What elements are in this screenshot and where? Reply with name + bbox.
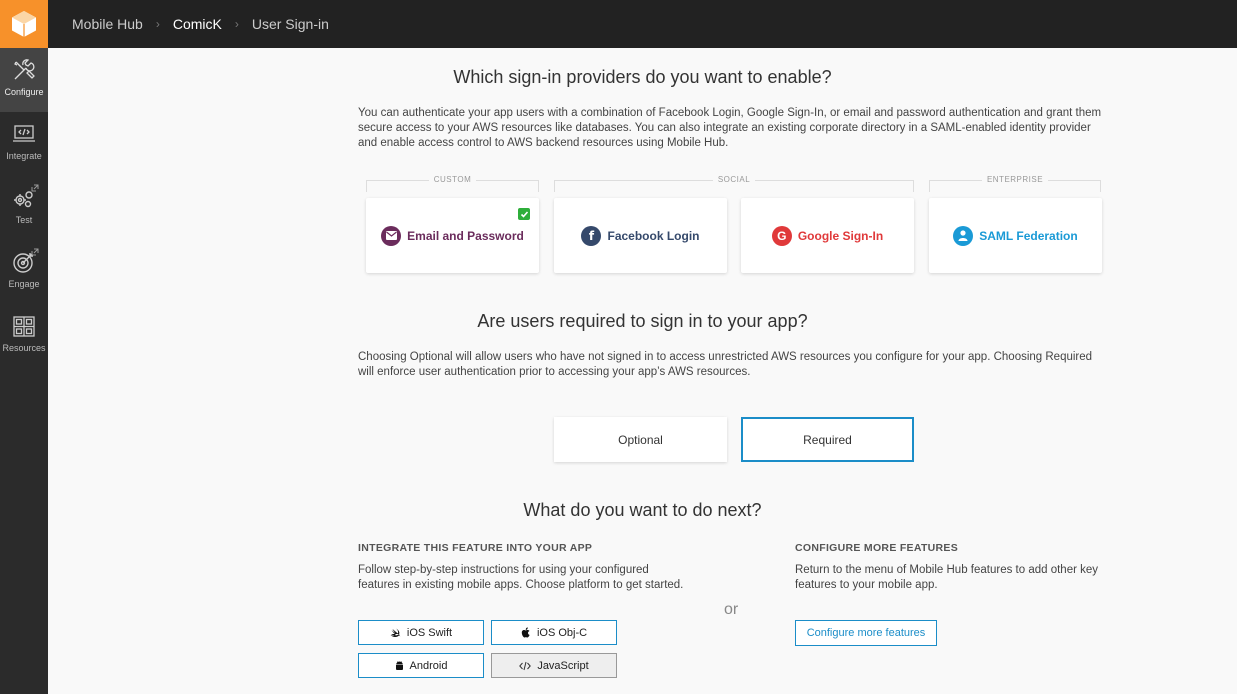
sidebar-item-integrate[interactable]: Integrate bbox=[0, 112, 48, 176]
integrate-heading: INTEGRATE THIS FEATURE INTO YOUR APP bbox=[358, 542, 593, 554]
group-label: SOCIAL bbox=[712, 175, 756, 184]
sidebar-item-test[interactable]: Test bbox=[0, 176, 48, 240]
android-button[interactable]: Android bbox=[358, 653, 484, 678]
provider-facebook[interactable]: f Facebook Login bbox=[554, 198, 727, 273]
configure-heading: CONFIGURE MORE FEATURES bbox=[795, 542, 959, 554]
integrate-text: Follow step-by-step instructions for usi… bbox=[358, 564, 684, 591]
sidebar: Configure Integrate Test Engage Resource… bbox=[0, 48, 48, 694]
group-custom: CUSTOM bbox=[366, 175, 539, 192]
ios-swift-button[interactable]: iOS Swift bbox=[358, 620, 484, 645]
option-optional[interactable]: Optional bbox=[554, 417, 727, 462]
providers-title: Which sign-in providers do you want to e… bbox=[453, 67, 832, 87]
providers-description: You can authenticate your app users with… bbox=[358, 107, 1102, 149]
apple-icon bbox=[521, 627, 530, 638]
envelope-icon bbox=[381, 225, 402, 246]
sidebar-label: Integrate bbox=[6, 151, 42, 161]
top-bar: Mobile Hub › ComicK › User Sign-in bbox=[0, 0, 1237, 48]
option-required[interactable]: Required bbox=[741, 417, 914, 462]
chevron-right-icon: › bbox=[155, 17, 160, 31]
sidebar-label: Configure bbox=[4, 87, 44, 97]
platform-label: JavaScript bbox=[537, 659, 589, 672]
required-description: Choosing Optional will allow users who h… bbox=[358, 351, 1093, 378]
platform-label: iOS Obj-C bbox=[536, 626, 588, 639]
platform-label: Android bbox=[409, 659, 448, 672]
breadcrumb: Mobile Hub › ComicK › User Sign-in bbox=[72, 0, 329, 48]
code-icon bbox=[519, 661, 532, 670]
javascript-button[interactable]: JavaScript bbox=[491, 653, 617, 678]
external-link-icon bbox=[31, 248, 39, 256]
android-icon bbox=[395, 660, 403, 670]
checkmark-icon bbox=[518, 208, 530, 220]
configure-more-features-button[interactable]: Configure more features bbox=[795, 620, 937, 646]
user-icon bbox=[953, 225, 974, 246]
breadcrumb-project[interactable]: ComicK bbox=[173, 16, 222, 32]
google-icon: G bbox=[771, 225, 792, 246]
group-label: CUSTOM bbox=[428, 175, 477, 184]
group-social: SOCIAL bbox=[554, 175, 914, 192]
group-label: ENTERPRISE bbox=[981, 175, 1049, 184]
platform-label: iOS Swift bbox=[406, 626, 453, 639]
breadcrumb-current: User Sign-in bbox=[251, 16, 329, 32]
code-laptop-icon bbox=[13, 125, 35, 142]
external-link-icon bbox=[31, 184, 39, 192]
group-enterprise: ENTERPRISE bbox=[929, 175, 1101, 192]
provider-saml[interactable]: SAML Federation bbox=[929, 198, 1102, 273]
main-content: Which sign-in providers do you want to e… bbox=[48, 48, 1237, 694]
breadcrumb-mobile-hub[interactable]: Mobile Hub bbox=[72, 16, 143, 32]
tools-icon bbox=[14, 59, 35, 80]
grid-icon bbox=[13, 316, 35, 337]
required-title: Are users required to sign in to your ap… bbox=[477, 311, 808, 331]
provider-label: Google Sign-In bbox=[797, 228, 884, 243]
ios-objc-button[interactable]: iOS Obj-C bbox=[491, 620, 617, 645]
next-title: What do you want to do next? bbox=[523, 500, 762, 520]
mobile-hub-logo-icon[interactable] bbox=[0, 0, 48, 48]
sidebar-label: Engage bbox=[8, 279, 40, 289]
sidebar-item-configure[interactable]: Configure bbox=[0, 48, 48, 112]
chevron-right-icon: › bbox=[234, 17, 239, 31]
provider-email-password[interactable]: Email and Password bbox=[366, 198, 539, 273]
provider-google[interactable]: G Google Sign-In bbox=[741, 198, 914, 273]
sidebar-label: Test bbox=[15, 215, 33, 225]
sidebar-item-engage[interactable]: Engage bbox=[0, 240, 48, 304]
swift-icon bbox=[390, 628, 401, 637]
provider-label: Email and Password bbox=[407, 228, 524, 243]
or-divider: or bbox=[724, 601, 739, 618]
provider-label: SAML Federation bbox=[979, 228, 1078, 243]
configure-text: Return to the menu of Mobile Hub feature… bbox=[795, 564, 1099, 591]
sidebar-item-resources[interactable]: Resources bbox=[0, 304, 48, 368]
facebook-icon: f bbox=[581, 225, 602, 246]
provider-label: Facebook Login bbox=[607, 228, 700, 243]
sidebar-label: Resources bbox=[2, 343, 46, 353]
